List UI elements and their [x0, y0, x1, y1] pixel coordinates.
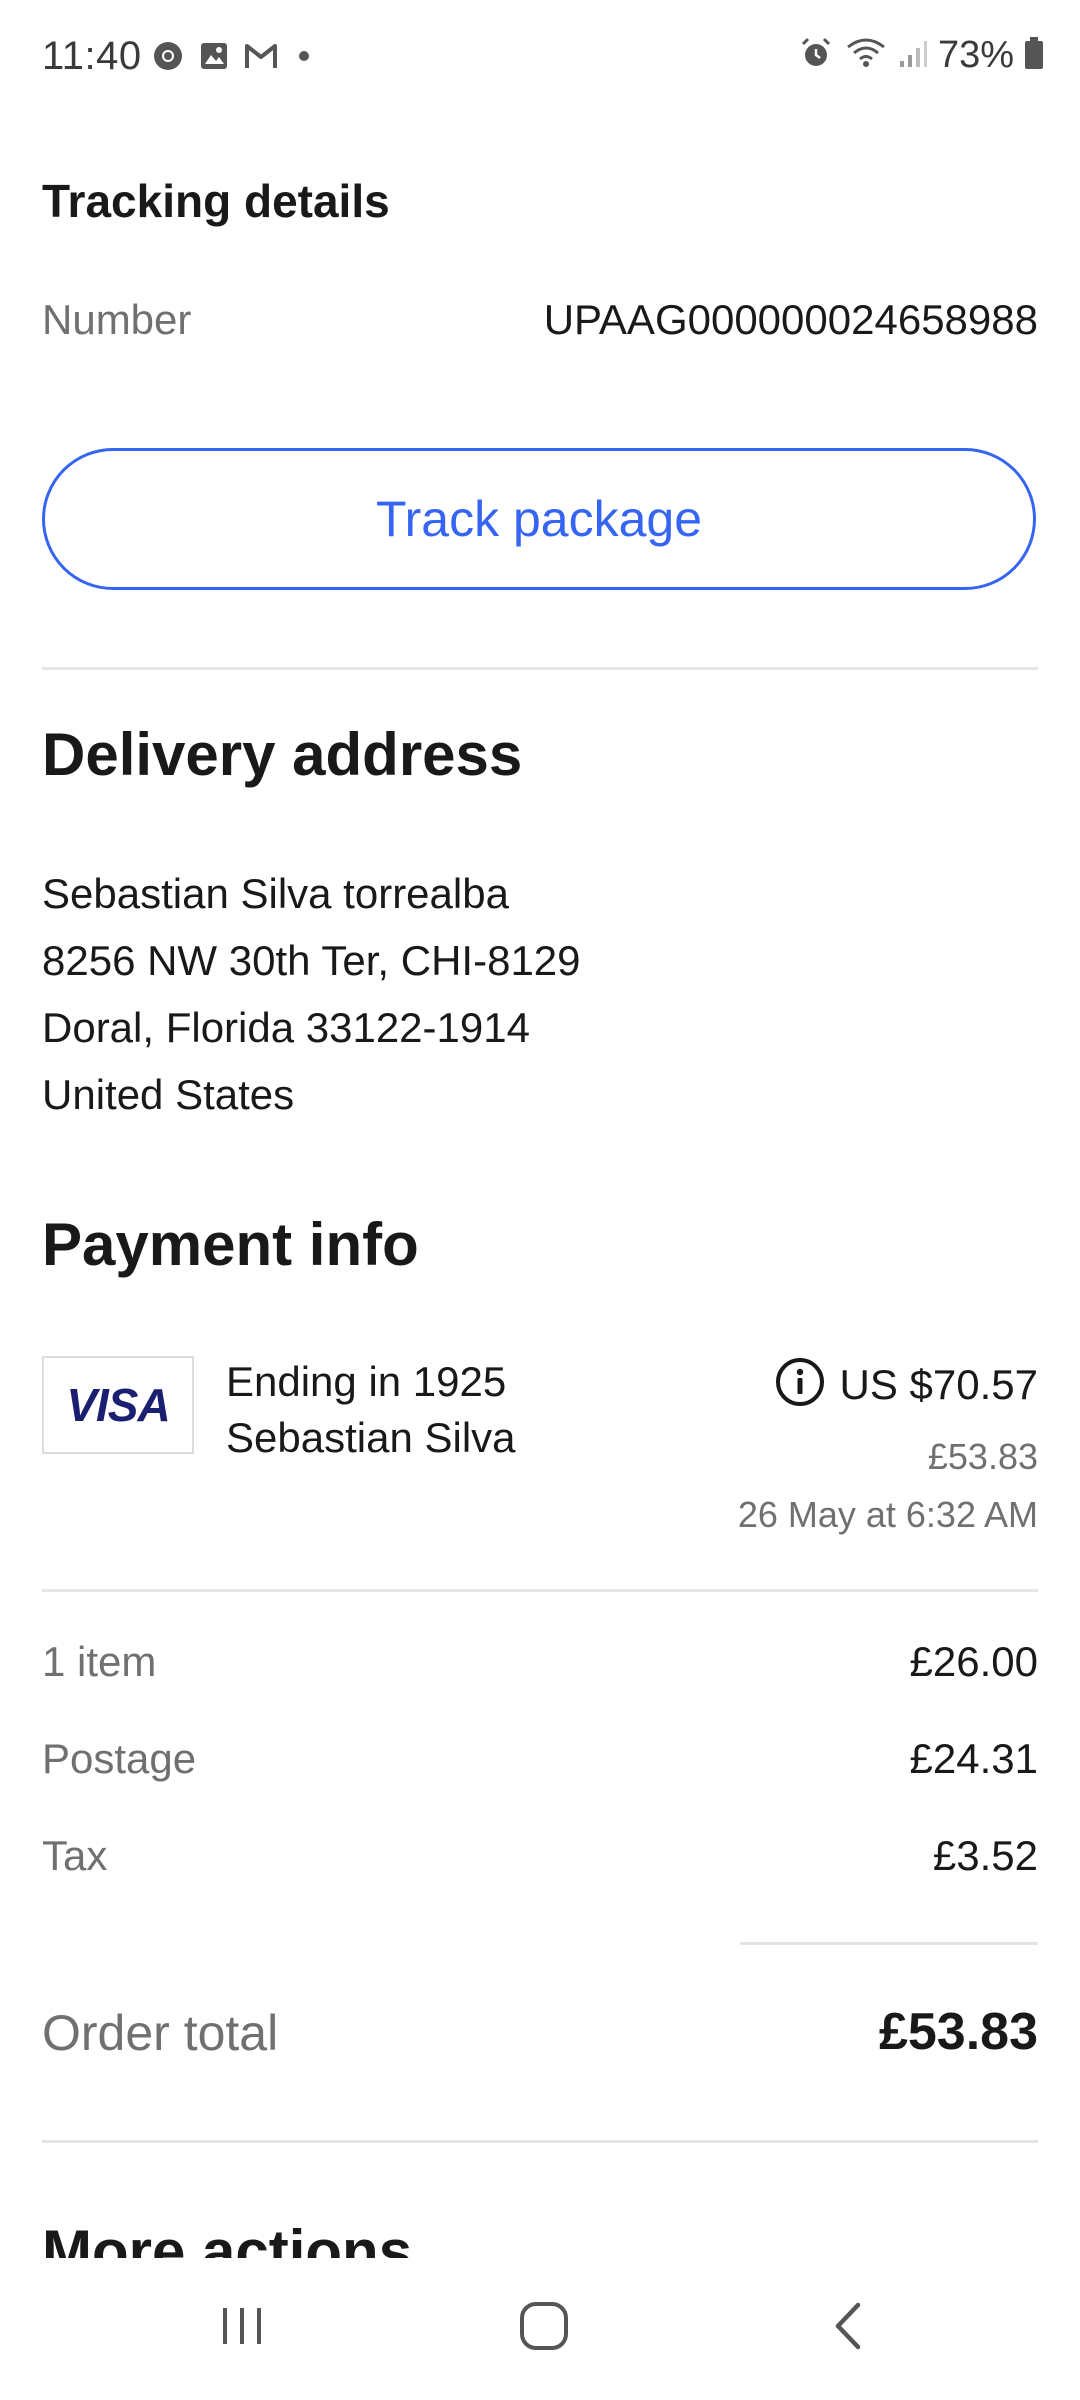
divider [42, 667, 1038, 670]
payment-amount-row: US $70.57 [774, 1356, 1038, 1413]
payment-info-title: Payment info [42, 1211, 419, 1278]
address-line-name: Sebastian Silva torrealba [42, 870, 509, 917]
visa-card-logo: VISA [42, 1356, 194, 1454]
more-actions-title: More actions [42, 2218, 413, 2260]
home-icon [517, 2299, 571, 2358]
signal-icon [898, 35, 928, 76]
battery-text: 73% [937, 34, 1014, 76]
home-button[interactable] [484, 2288, 604, 2368]
gallery-icon [198, 40, 230, 77]
status-right: 73% [798, 34, 1044, 77]
back-button[interactable] [788, 2288, 908, 2368]
payment-date: 26 May at 6:32 AM [737, 1494, 1038, 1535]
recents-button[interactable] [182, 2288, 302, 2368]
status-time: 11:40 [42, 34, 142, 78]
status-bar: 11:40 73% [0, 0, 1080, 118]
wifi-icon [844, 35, 888, 76]
info-icon[interactable] [774, 1356, 826, 1413]
chrome-icon [152, 40, 184, 77]
status-left-icons [152, 40, 316, 77]
card-holder: Sebastian Silva [226, 1414, 516, 1461]
subtotal-divider [740, 1942, 1038, 1945]
divider [42, 1589, 1038, 1592]
payment-amount-usd: US $70.57 [839, 1360, 1038, 1408]
payment-amount-gbp: £53.83 [927, 1436, 1038, 1477]
order-total-label: Order total [42, 2005, 279, 2061]
address-line-street: 8256 NW 30th Ter, CHI-8129 [42, 937, 581, 984]
order-total-value: £53.83 [878, 2003, 1038, 2061]
summary-label-postage: Postage [42, 1735, 197, 1782]
address-line-city: Doral, Florida 33122-1914 [42, 1004, 530, 1051]
gmail-icon [244, 41, 278, 76]
card-ending: Ending in 1925 [226, 1358, 507, 1405]
battery-icon [1024, 36, 1044, 75]
visa-logo-text: VISA [66, 1379, 170, 1431]
summary-value-items: £26.00 [909, 1638, 1038, 1685]
tracking-number-label: Number [42, 296, 192, 343]
summary-value-postage: £24.31 [909, 1735, 1038, 1782]
tracking-details-title: Tracking details [42, 175, 390, 227]
track-package-button[interactable]: Track package [42, 448, 1036, 590]
delivery-address-title: Delivery address [42, 721, 523, 788]
notification-dot-icon [292, 40, 316, 77]
recents-icon [217, 2302, 267, 2355]
divider [42, 2140, 1038, 2143]
summary-label-items: 1 item [42, 1638, 157, 1685]
summary-label-tax: Tax [42, 1832, 108, 1879]
summary-value-tax: £3.52 [932, 1832, 1038, 1879]
navigation-bar [0, 2258, 1080, 2400]
address-line-country: United States [42, 1071, 295, 1118]
back-icon [828, 2299, 868, 2358]
tracking-number-value: UPAAG000000024658988 [543, 296, 1038, 343]
alarm-icon [798, 35, 834, 76]
